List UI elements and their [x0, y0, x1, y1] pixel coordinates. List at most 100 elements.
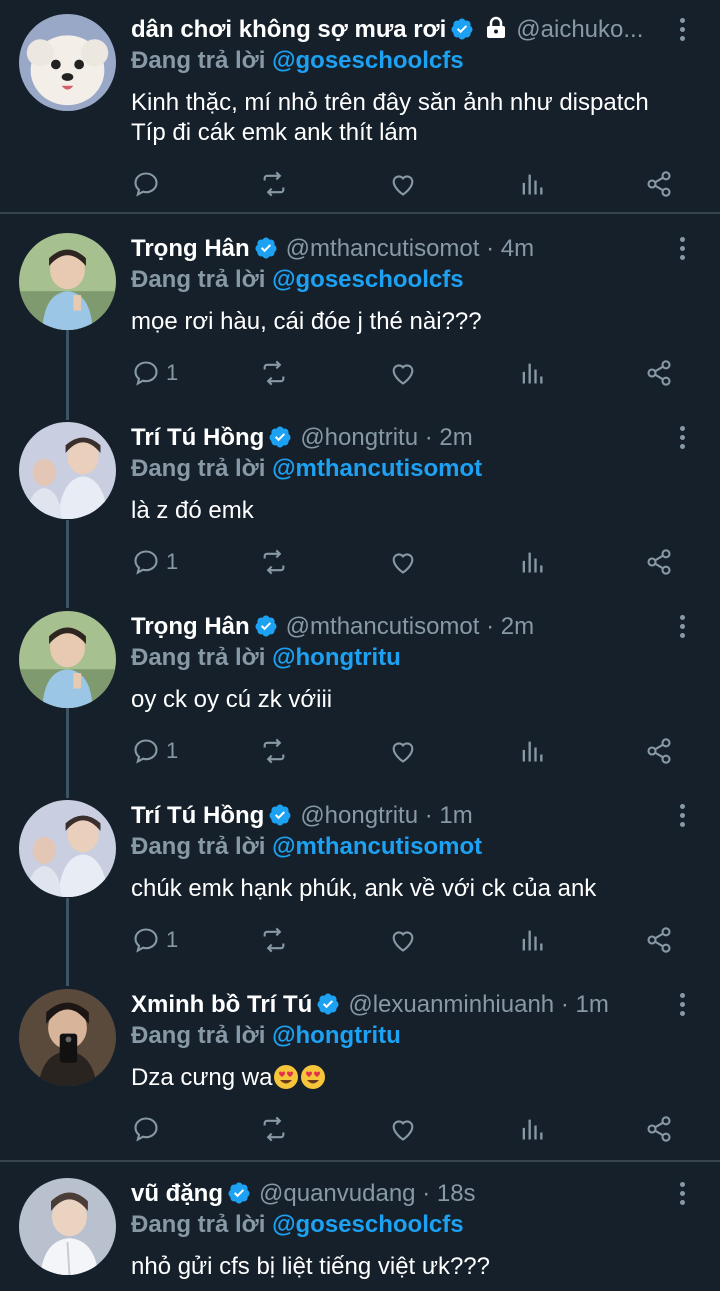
verified-icon: [451, 18, 473, 40]
display-name[interactable]: Trọng Hân: [131, 613, 250, 640]
tweet-text: mọe rơi hàu, cái đóe j thé nài???: [131, 308, 482, 335]
analytics-icon: [522, 1119, 543, 1140]
reply-mention[interactable]: @goseschoolcfs: [272, 47, 463, 74]
display-name[interactable]: Trí Tú Hồng: [131, 802, 264, 829]
tweet[interactable]: Trọng Hân @mthancutisomot · 2m Đang trả l…: [0, 611, 720, 781]
tweet-text: là z đó emk: [131, 497, 254, 524]
reply-button[interactable]: 1: [132, 542, 178, 582]
reply-mention[interactable]: @hongtritu: [272, 1022, 401, 1049]
analytics-button[interactable]: [518, 542, 546, 582]
dog-avatar[interactable]: [19, 14, 116, 111]
reply-icon: [134, 1117, 158, 1142]
like-button[interactable]: [389, 164, 417, 204]
user-avatar[interactable]: [19, 989, 116, 1086]
reply-button[interactable]: [132, 164, 166, 204]
analytics-button[interactable]: [518, 731, 546, 771]
timestamp[interactable]: 2m: [439, 424, 472, 451]
more-icon[interactable]: [678, 1182, 686, 1208]
user-handle[interactable]: @mthancutisomot: [286, 613, 480, 640]
display-name[interactable]: Trọng Hân: [131, 235, 250, 262]
retweet-button[interactable]: [260, 1109, 288, 1149]
display-name[interactable]: dân chơi không sợ mưa rơi: [131, 16, 446, 43]
more-icon[interactable]: [678, 237, 686, 263]
lock-icon: [487, 16, 506, 38]
display-name[interactable]: Xminh bồ Trí Tú: [131, 991, 312, 1018]
timestamp[interactable]: 4m: [501, 235, 534, 262]
user-handle[interactable]: @mthancutisomot: [286, 235, 480, 262]
timestamp[interactable]: 2m: [501, 613, 534, 640]
user-handle[interactable]: @aichuko...: [516, 16, 643, 43]
retweet-icon: [263, 171, 285, 197]
share-button[interactable]: [645, 353, 673, 393]
user-avatar[interactable]: [19, 611, 116, 708]
retweet-button[interactable]: [260, 542, 288, 582]
user-avatar[interactable]: [19, 1178, 116, 1275]
verified-icon: [228, 1182, 250, 1204]
action-bar: [0, 1109, 720, 1149]
user-avatar[interactable]: [19, 233, 116, 330]
analytics-icon: [522, 552, 543, 573]
like-button[interactable]: [389, 731, 417, 771]
like-button[interactable]: [389, 1109, 417, 1149]
retweet-button[interactable]: [260, 164, 288, 204]
more-icon[interactable]: [678, 993, 686, 1019]
analytics-button[interactable]: [518, 353, 546, 393]
more-icon[interactable]: [678, 18, 686, 44]
reply-button[interactable]: [132, 1109, 160, 1149]
user-avatar[interactable]: [19, 800, 116, 897]
user-avatar[interactable]: [19, 422, 116, 519]
share-button[interactable]: [645, 1109, 673, 1149]
analytics-button[interactable]: [518, 164, 546, 204]
tweet[interactable]: Xminh bồ Trí Tú @lexuanminhiuanh · 1m Đan…: [0, 989, 720, 1159]
tweet[interactable]: vũ đặng @quanvudang · 18s Đang trả lời @g…: [0, 1178, 720, 1291]
share-button[interactable]: [645, 731, 673, 771]
share-button[interactable]: [645, 920, 673, 960]
tweet[interactable]: Trí Tú Hồng @hongtritu · 2m Đang trả lời …: [0, 422, 720, 592]
analytics-button[interactable]: [518, 920, 546, 960]
share-button[interactable]: [645, 164, 673, 204]
share-button[interactable]: [645, 542, 673, 582]
like-button[interactable]: [389, 920, 417, 960]
more-icon[interactable]: [678, 615, 686, 641]
retweet-button[interactable]: [260, 920, 288, 960]
reply-button[interactable]: 1: [132, 920, 178, 960]
display-name[interactable]: vũ đặng: [131, 1180, 223, 1207]
action-bar: 1: [0, 731, 720, 771]
reply-button[interactable]: 1: [132, 731, 178, 771]
reply-mention[interactable]: @goseschoolcfs: [272, 1211, 463, 1238]
retweet-icon: [263, 549, 285, 575]
user-handle[interactable]: @hongtritu: [300, 424, 418, 451]
timestamp[interactable]: 18s: [437, 1180, 476, 1207]
action-bar: 1: [0, 542, 720, 582]
verified-icon: [269, 804, 291, 826]
reply-icon: [134, 739, 158, 764]
analytics-button[interactable]: [518, 1109, 546, 1149]
analytics-icon: [522, 741, 543, 762]
tweet[interactable]: dân chơi không sợ mưa rơi @aichuko... Đan…: [0, 14, 720, 214]
reply-mention[interactable]: @hongtritu: [272, 644, 401, 671]
user-handle[interactable]: @hongtritu: [300, 802, 418, 829]
user-handle[interactable]: @lexuanminhiuanh: [348, 991, 554, 1018]
display-name[interactable]: Trí Tú Hồng: [131, 424, 264, 451]
tweet-text: Dza cưng wa: [131, 1063, 700, 1093]
like-button[interactable]: [389, 542, 417, 582]
retweet-button[interactable]: [260, 731, 288, 771]
retweet-icon: [263, 360, 285, 386]
verified-icon: [255, 615, 277, 637]
timestamp[interactable]: 1m: [576, 991, 609, 1018]
user-handle[interactable]: @quanvudang: [259, 1180, 416, 1207]
more-icon[interactable]: [678, 426, 686, 452]
reply-mention[interactable]: @goseschoolcfs: [272, 266, 463, 293]
retweet-button[interactable]: [260, 353, 288, 393]
tweet[interactable]: Trí Tú Hồng @hongtritu · 1m Đang trả lời …: [0, 800, 720, 970]
more-icon[interactable]: [678, 804, 686, 830]
reply-mention[interactable]: @mthancutisomot: [272, 833, 482, 860]
replying-to: Đang trả lời @mthancutisomot: [131, 833, 483, 860]
reply-count: 1: [166, 549, 179, 574]
like-button[interactable]: [389, 353, 417, 393]
reply-mention[interactable]: @mthancutisomot: [272, 455, 482, 482]
reply-button[interactable]: 1: [132, 353, 178, 393]
timestamp[interactable]: 1m: [439, 802, 472, 829]
divider: [0, 1160, 720, 1162]
tweet[interactable]: Trọng Hân @mthancutisomot · 4m Đang trả l…: [0, 233, 720, 403]
